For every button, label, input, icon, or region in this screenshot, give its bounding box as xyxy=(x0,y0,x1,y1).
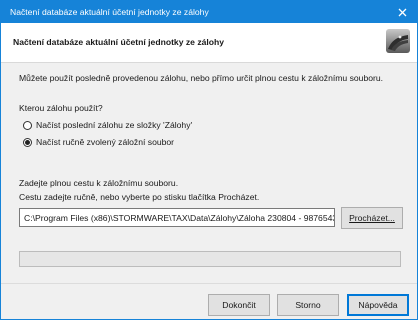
radio-last-backup-label: Načíst poslední zálohu ze složky 'Zálohy… xyxy=(36,120,193,130)
window-title: Načtení databáze aktuální účetní jednotk… xyxy=(10,7,209,17)
backup-path-input[interactable]: C:\Program Files (x86)\STORMWARE\TAX\Dat… xyxy=(19,208,335,227)
close-icon[interactable] xyxy=(387,1,417,23)
question-label: Kterou zálohu použít? xyxy=(19,103,103,113)
browse-button[interactable]: Procházet... xyxy=(341,207,403,229)
radio-last-backup[interactable]: Načíst poslední zálohu ze složky 'Zálohy… xyxy=(23,120,192,130)
finish-button[interactable]: Dokončit xyxy=(208,294,270,316)
cancel-button-label: Storno xyxy=(295,300,321,310)
page-title: Načtení databáze aktuální účetní jednotk… xyxy=(13,37,225,47)
title-bar[interactable]: Načtení databáze aktuální účetní jednotk… xyxy=(1,1,417,23)
help-button[interactable]: Nápověda xyxy=(347,294,409,316)
radio-manual-file-label: Načíst ručně zvolený záložní soubor xyxy=(36,137,175,147)
dialog-window: Načtení databáze aktuální účetní jednotk… xyxy=(0,0,418,320)
radio-button-icon[interactable] xyxy=(23,120,32,130)
path-hint-line-2: Cestu zadejte ručně, nebo vyberte po sti… xyxy=(19,192,260,202)
cancel-button[interactable]: Storno xyxy=(277,294,339,316)
wizard-header: Načtení databáze aktuální účetní jednotk… xyxy=(1,23,417,63)
footer-divider xyxy=(1,283,417,284)
progress-bar xyxy=(19,251,401,267)
finish-button-label: Dokončit xyxy=(222,300,256,310)
wizard-logo-icon xyxy=(385,28,411,54)
intro-text: Můžete použít poslednĕ provedenou zálohu… xyxy=(19,73,384,83)
help-button-label: Nápověda xyxy=(358,300,398,310)
radio-manual-file[interactable]: Načíst ručně zvolený záložní soubor xyxy=(23,137,174,147)
browse-button-label: Procházet... xyxy=(349,213,395,223)
path-hint-line-1: Zadejte plnou cestu k záložnímu souboru. xyxy=(19,178,179,188)
radio-button-selected-icon[interactable] xyxy=(23,137,32,147)
